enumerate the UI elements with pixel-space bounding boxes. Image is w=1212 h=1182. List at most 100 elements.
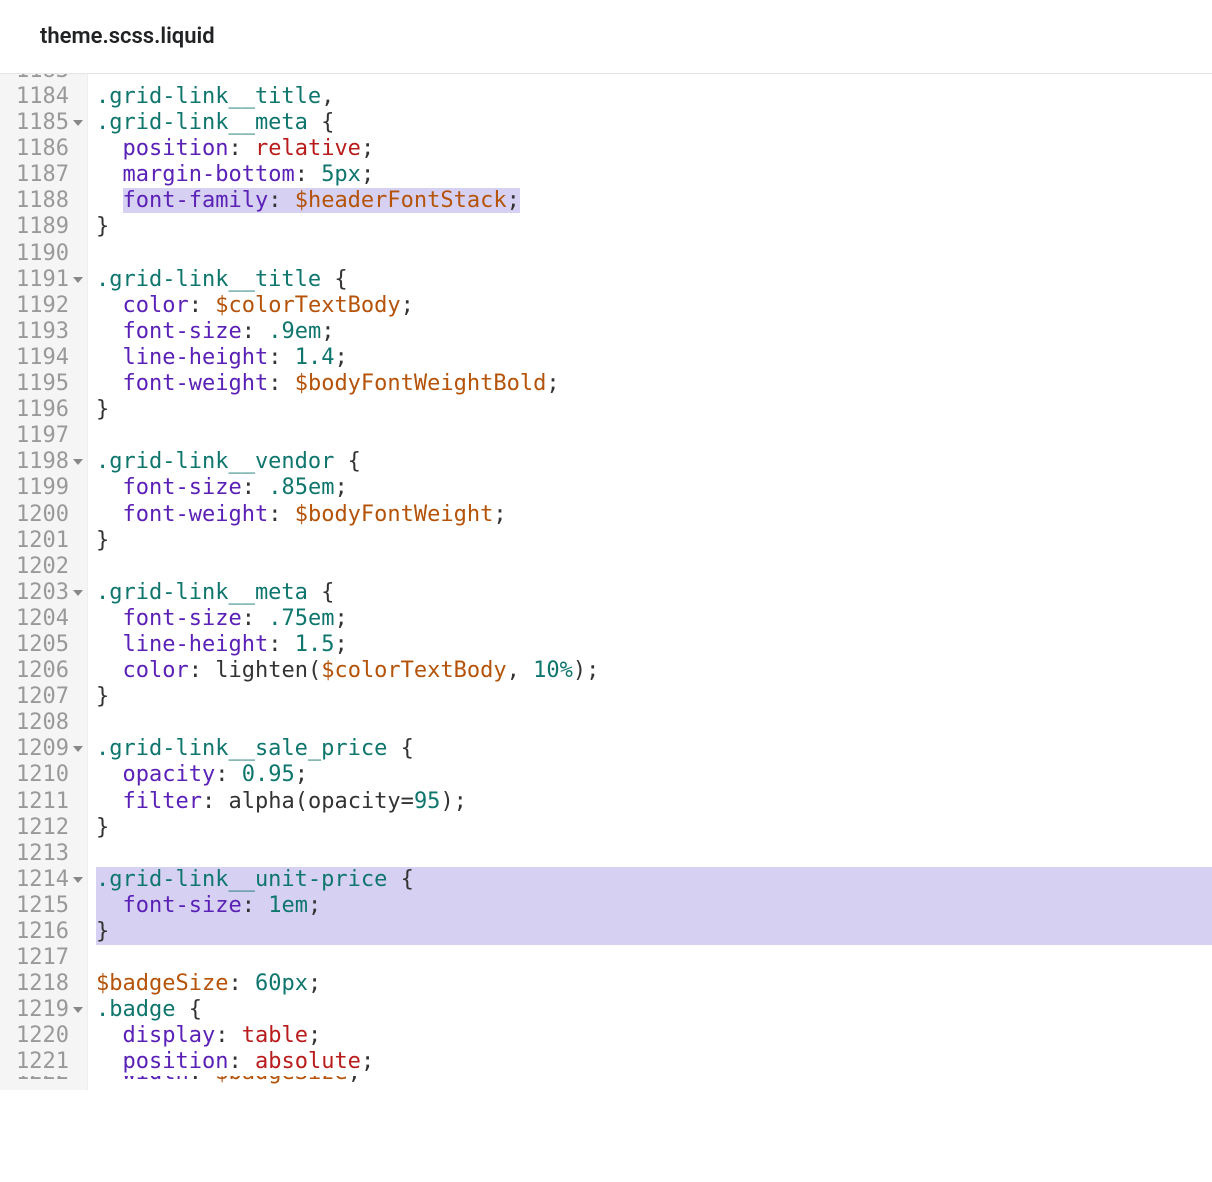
code-token: :: [189, 293, 216, 318]
fold-toggle-icon[interactable]: [73, 746, 83, 752]
code-token: ;: [507, 188, 520, 213]
line-number: 1208: [14, 710, 81, 736]
code-line[interactable]: [96, 841, 1212, 867]
code-line[interactable]: }: [96, 815, 1212, 841]
code-line[interactable]: .grid-link__title {: [96, 267, 1212, 293]
code-line[interactable]: .grid-link__vendor {: [96, 449, 1212, 475]
code-token: position: [123, 1049, 229, 1074]
code-token: }: [96, 528, 109, 553]
line-number: 1183: [14, 74, 81, 84]
code-token: ,: [321, 84, 334, 109]
code-line[interactable]: position: relative;: [96, 136, 1212, 162]
line-number: 1212: [14, 815, 81, 841]
code-token: 1em: [268, 893, 308, 918]
line-number: 1210: [14, 762, 81, 788]
code-token: [96, 319, 123, 344]
fold-toggle-icon[interactable]: [73, 120, 83, 126]
code-token: ;: [321, 319, 334, 344]
code-token: .grid-link__sale_price: [96, 736, 387, 761]
fold-toggle-icon[interactable]: [73, 459, 83, 465]
fold-toggle-icon[interactable]: [73, 877, 83, 883]
code-line[interactable]: }: [96, 919, 1212, 945]
line-number: 1202: [14, 554, 81, 580]
code-token: relative: [255, 136, 361, 161]
code-token: ;: [361, 136, 374, 161]
code-token: ;: [546, 371, 559, 396]
line-number: 1221: [14, 1049, 81, 1075]
code-line[interactable]: $badgeSize: 60px;: [96, 971, 1212, 997]
code-line[interactable]: font-weight: $bodyFontWeight;: [96, 502, 1212, 528]
line-number: 1197: [14, 423, 81, 449]
code-token: .grid-link__meta: [96, 110, 308, 135]
code-token: :: [189, 1076, 216, 1085]
code-line[interactable]: .grid-link__sale_price {: [96, 736, 1212, 762]
code-token: :: [189, 658, 216, 683]
code-line[interactable]: margin-bottom: 5px;: [96, 162, 1212, 188]
code-token: 60px: [255, 971, 308, 996]
code-editor[interactable]: 1183118411851186118711881189119011911192…: [0, 74, 1212, 1090]
code-line[interactable]: line-height: 1.4;: [96, 345, 1212, 371]
code-line[interactable]: font-weight: $bodyFontWeightBold;: [96, 371, 1212, 397]
line-number: 1217: [14, 945, 81, 971]
file-tab-header: theme.scss.liquid: [0, 0, 1212, 74]
code-line[interactable]: [96, 554, 1212, 580]
line-number: 1201: [14, 528, 81, 554]
code-line[interactable]: width: $badgeSize;: [96, 1076, 1212, 1086]
line-number: 1215: [14, 893, 81, 919]
code-token: }: [96, 919, 109, 944]
line-number: 1219: [14, 997, 81, 1023]
code-line[interactable]: font-size: .75em;: [96, 606, 1212, 632]
line-number: 1216: [14, 919, 81, 945]
code-line[interactable]: }: [96, 214, 1212, 240]
code-token: [96, 293, 123, 318]
code-token: [96, 1023, 123, 1048]
code-line[interactable]: font-family: $headerFontStack;: [96, 188, 1212, 214]
code-line[interactable]: [96, 423, 1212, 449]
line-number: 1213: [14, 841, 81, 867]
code-line[interactable]: .grid-link__title,: [96, 84, 1212, 110]
code-line[interactable]: filter: alpha(opacity=95);: [96, 789, 1212, 815]
code-token: font-size: [123, 475, 242, 500]
code-line[interactable]: [96, 710, 1212, 736]
code-token: ;: [361, 162, 374, 187]
code-token: line-height: [123, 632, 269, 657]
code-line[interactable]: .badge {: [96, 997, 1212, 1023]
code-line[interactable]: .grid-link__meta {: [96, 580, 1212, 606]
code-line[interactable]: font-size: .85em;: [96, 475, 1212, 501]
code-token: $colorTextBody: [321, 658, 506, 683]
code-token: .9em: [268, 319, 321, 344]
code-line[interactable]: [96, 74, 1212, 84]
code-line[interactable]: [96, 945, 1212, 971]
code-area[interactable]: .grid-link__title,.grid-link__meta { pos…: [88, 74, 1212, 1090]
code-token: {: [308, 580, 335, 605]
code-line[interactable]: }: [96, 684, 1212, 710]
code-line[interactable]: color: $colorTextBody;: [96, 293, 1212, 319]
code-line[interactable]: font-size: .9em;: [96, 319, 1212, 345]
code-token: [96, 1049, 123, 1074]
code-token: ;: [334, 632, 347, 657]
code-token: :: [268, 371, 295, 396]
code-token: alpha: [228, 789, 294, 814]
code-line[interactable]: line-height: 1.5;: [96, 632, 1212, 658]
code-line[interactable]: [96, 241, 1212, 267]
code-line[interactable]: display: table;: [96, 1023, 1212, 1049]
code-line[interactable]: .grid-link__meta {: [96, 110, 1212, 136]
line-number: 1200: [14, 502, 81, 528]
fold-toggle-icon[interactable]: [73, 277, 83, 283]
code-line[interactable]: .grid-link__unit-price {: [96, 867, 1212, 893]
code-token: 10%: [533, 658, 573, 683]
code-token: [96, 136, 123, 161]
code-token: .75em: [268, 606, 334, 631]
code-token: :: [202, 789, 229, 814]
code-token: .grid-link__vendor: [96, 449, 334, 474]
code-line[interactable]: color: lighten($colorTextBody, 10%);: [96, 658, 1212, 684]
code-line[interactable]: }: [96, 528, 1212, 554]
code-line[interactable]: font-size: 1em;: [96, 893, 1212, 919]
fold-toggle-icon[interactable]: [73, 1007, 83, 1013]
code-line[interactable]: }: [96, 397, 1212, 423]
code-token: 0.95: [242, 762, 295, 787]
code-line[interactable]: position: absolute;: [96, 1049, 1212, 1075]
code-line[interactable]: opacity: 0.95;: [96, 762, 1212, 788]
fold-toggle-icon[interactable]: [73, 590, 83, 596]
line-number: 1184: [14, 84, 81, 110]
